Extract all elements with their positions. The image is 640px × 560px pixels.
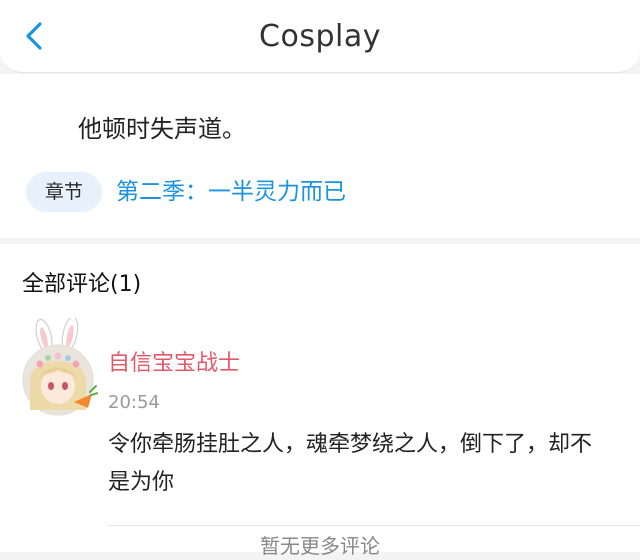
comment-time: 20:54 (108, 392, 160, 413)
chapter-tag: 章节 (26, 172, 102, 212)
avatar-image (22, 316, 99, 416)
comment-text: 令你牵肠挂肚之人，魂牵梦绕之人，倒下了，却不是为你 (108, 432, 593, 495)
chapter-link[interactable]: 第二季：一半灵力而已 (116, 174, 346, 210)
no-more-comments-label: 暂无更多评论 (260, 534, 380, 558)
top-nav-bar: Cosplay (0, 0, 640, 73)
page-title: Cosplay (259, 19, 381, 54)
chapter-body-text: 他顿时失声道。 (78, 115, 246, 143)
avatar[interactable] (18, 316, 99, 418)
chapter-section: 他顿时失声道。 章节 第二季：一半灵力而已 (0, 74, 640, 238)
comments-section: 全部评论(1) 自信宝宝战士 20:54 令你牵肠挂肚之人，魂牵梦绕之人，倒下了… (0, 244, 640, 558)
comments-header: 全部评论(1) (22, 272, 142, 297)
divider (108, 525, 640, 526)
comment-username[interactable]: 自信宝宝战士 (108, 348, 240, 380)
